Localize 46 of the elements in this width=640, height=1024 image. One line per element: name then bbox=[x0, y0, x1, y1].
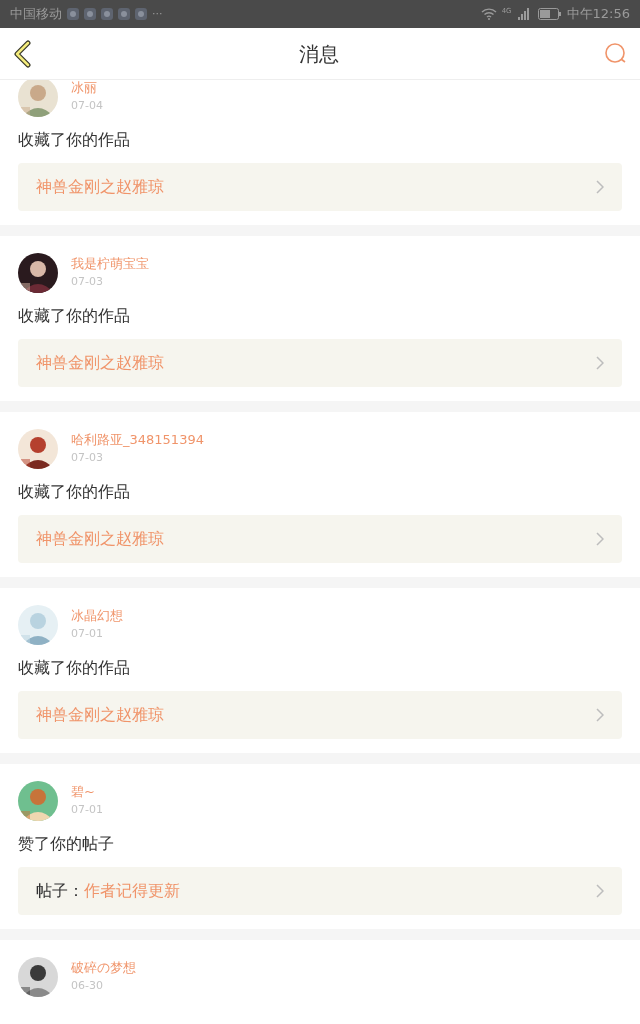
carrier-name: 中国移动 bbox=[10, 5, 62, 24]
user-name[interactable]: 冰晶幻想 bbox=[71, 607, 123, 625]
link-title: 神兽金刚之赵雅琼 bbox=[36, 705, 164, 724]
notification-icon bbox=[118, 8, 130, 20]
user-name[interactable]: 破碎の梦想 bbox=[71, 959, 136, 977]
more-notifications: ··· bbox=[152, 5, 163, 22]
message-text: 收藏了你的作品 bbox=[18, 657, 131, 679]
message-date: 07-03 bbox=[71, 274, 104, 290]
linked-item[interactable]: 神兽金刚之赵雅琼 bbox=[18, 515, 622, 563]
signal-icon bbox=[516, 8, 529, 20]
user-name[interactable]: 碧~ bbox=[71, 783, 103, 801]
chevron-right-icon bbox=[596, 884, 604, 898]
back-button[interactable] bbox=[12, 38, 34, 69]
notification-icon bbox=[84, 8, 96, 20]
chevron-right-icon bbox=[596, 356, 604, 370]
chevron-right-icon bbox=[596, 180, 604, 194]
notification-icon bbox=[135, 8, 147, 20]
message-date: 07-01 bbox=[71, 802, 103, 818]
user-name[interactable]: 冰丽 bbox=[71, 80, 103, 97]
user-name[interactable]: 我是柠萌宝宝 bbox=[71, 255, 149, 273]
chevron-right-icon bbox=[596, 708, 604, 722]
page-title: 消息 bbox=[299, 40, 339, 68]
notification-icon bbox=[67, 8, 79, 20]
linked-item[interactable]: 帖子：作者记得更新 bbox=[18, 867, 622, 915]
chevron-right-icon bbox=[596, 532, 604, 546]
message-date: 07-03 bbox=[71, 450, 104, 466]
link-title: 作者记得更新 bbox=[84, 881, 180, 900]
message-text: 收藏了你的作品 bbox=[18, 481, 131, 503]
message-text: 赞了你的帖子 bbox=[18, 833, 115, 855]
clock: 中午12:56 bbox=[566, 5, 630, 24]
message-date: 06-30 bbox=[71, 978, 104, 994]
notification-icon bbox=[101, 8, 113, 20]
link-title: 神兽金刚之赵雅琼 bbox=[36, 353, 164, 372]
link-prefix: 帖子： bbox=[36, 881, 84, 900]
linked-item[interactable]: 神兽金刚之赵雅琼 bbox=[18, 339, 622, 387]
message-text: 收藏了你的作品 bbox=[18, 129, 131, 151]
message-date: 07-01 bbox=[71, 626, 104, 642]
message-date: 07-04 bbox=[71, 98, 103, 114]
linked-item[interactable]: 神兽金刚之赵雅琼 bbox=[18, 691, 622, 739]
user-name[interactable]: 哈利路亚_348151394 bbox=[71, 431, 204, 449]
battery-icon bbox=[537, 8, 562, 20]
linked-item[interactable]: 神兽金刚之赵雅琼 bbox=[18, 163, 622, 211]
link-title: 神兽金刚之赵雅琼 bbox=[36, 177, 164, 196]
link-title: 神兽金刚之赵雅琼 bbox=[36, 529, 164, 548]
wifi-icon bbox=[480, 8, 497, 20]
message-text: 收藏了你的作品 bbox=[18, 305, 131, 327]
